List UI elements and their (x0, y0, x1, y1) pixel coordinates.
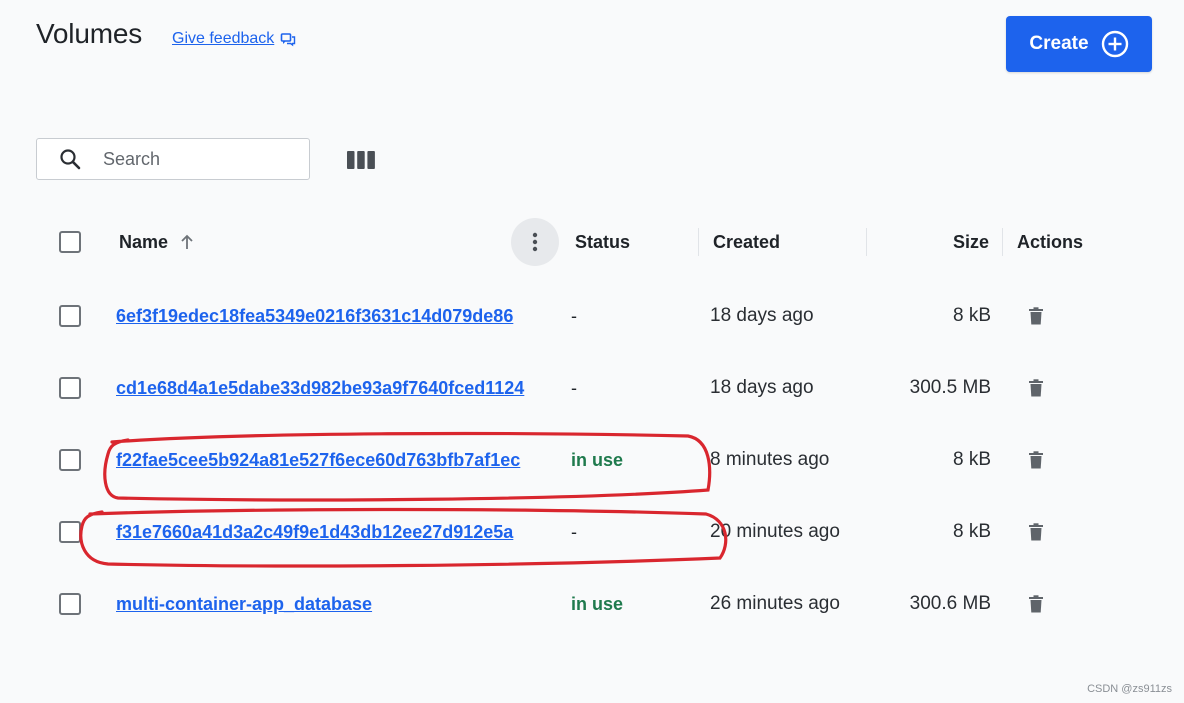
columns-toggle-button[interactable] (346, 150, 376, 170)
kebab-icon (532, 232, 538, 252)
create-button[interactable]: Create (1006, 16, 1152, 72)
row-checkbox[interactable] (59, 521, 81, 543)
column-divider (866, 228, 867, 256)
page-title: Volumes (36, 18, 142, 49)
size-value: 300.6 MB (909, 593, 991, 614)
created-value: 8 minutes ago (710, 449, 830, 470)
size-column-header[interactable]: Size (953, 232, 989, 253)
trash-icon[interactable] (1028, 595, 1044, 613)
volume-name-link[interactable]: f22fae5cee5b924a81e527f6ece60d763bfb7af1… (116, 450, 562, 471)
columns-icon (347, 151, 375, 169)
status-value: - (571, 521, 577, 542)
column-options-button[interactable] (511, 218, 559, 266)
create-button-label: Create (1029, 33, 1089, 54)
created-value: 18 days ago (710, 305, 814, 326)
actions-column-header: Actions (1017, 231, 1084, 252)
size-value: 300.5 MB (909, 377, 991, 398)
trash-icon[interactable] (1028, 523, 1044, 541)
trash-icon[interactable] (1028, 307, 1044, 325)
created-column-header[interactable]: Created (713, 232, 780, 253)
give-feedback-link[interactable]: Give feedback (172, 30, 296, 48)
volume-name-link[interactable]: 6ef3f19edec18fea5349e0216f3631c14d079de8… (116, 306, 562, 327)
row-checkbox[interactable] (59, 305, 81, 327)
feedback-icon (280, 33, 296, 47)
row-checkbox[interactable] (59, 449, 81, 471)
search-icon (60, 149, 81, 170)
give-feedback-label: Give feedback (172, 30, 275, 47)
status-value: - (571, 377, 577, 398)
size-value: 8 kB (952, 521, 991, 542)
row-checkbox[interactable] (59, 593, 81, 615)
plus-circle-icon (1101, 30, 1128, 58)
row-checkbox[interactable] (59, 377, 81, 399)
watermark: CSDN @zs911zs (1087, 683, 1172, 695)
column-divider (698, 228, 699, 256)
trash-icon[interactable] (1028, 451, 1044, 469)
status-value: in use (571, 449, 624, 470)
table-row: cd1e68d4a1e5dabe33d982be93a9f7640fced112… (0, 362, 1184, 414)
table-row: f22fae5cee5b924a81e527f6ece60d763bfb7af1… (0, 434, 1184, 486)
arrow-up-icon (181, 234, 193, 249)
name-column-header[interactable]: Name (119, 216, 194, 268)
created-value: 26 minutes ago (710, 593, 840, 614)
select-all-checkbox[interactable] (59, 231, 81, 253)
status-value: - (571, 305, 577, 326)
column-divider (1002, 228, 1003, 256)
table-row: 6ef3f19edec18fea5349e0216f3631c14d079de8… (0, 290, 1184, 342)
created-value: 20 minutes ago (710, 521, 840, 542)
table-row: multi-container-app_database in use 26 m… (0, 578, 1184, 630)
table-row: f31e7660a41d3a2c49f9e1d43db12ee27d912e5a… (0, 506, 1184, 558)
volume-name-link[interactable]: f31e7660a41d3a2c49f9e1d43db12ee27d912e5a (116, 522, 562, 543)
search-input[interactable] (101, 147, 285, 171)
volume-name-link[interactable]: multi-container-app_database (116, 594, 562, 615)
size-value: 8 kB (952, 305, 991, 326)
status-value: in use (571, 593, 624, 614)
created-value: 18 days ago (710, 377, 814, 398)
trash-icon[interactable] (1028, 379, 1044, 397)
name-column-label: Name (119, 231, 169, 252)
status-column-header[interactable]: Status (575, 232, 630, 253)
table-header: Name Status Created Size Actions (0, 216, 1184, 268)
size-value: 8 kB (952, 449, 991, 470)
volume-name-link[interactable]: cd1e68d4a1e5dabe33d982be93a9f7640fced112… (116, 378, 562, 399)
search-box (36, 138, 310, 180)
